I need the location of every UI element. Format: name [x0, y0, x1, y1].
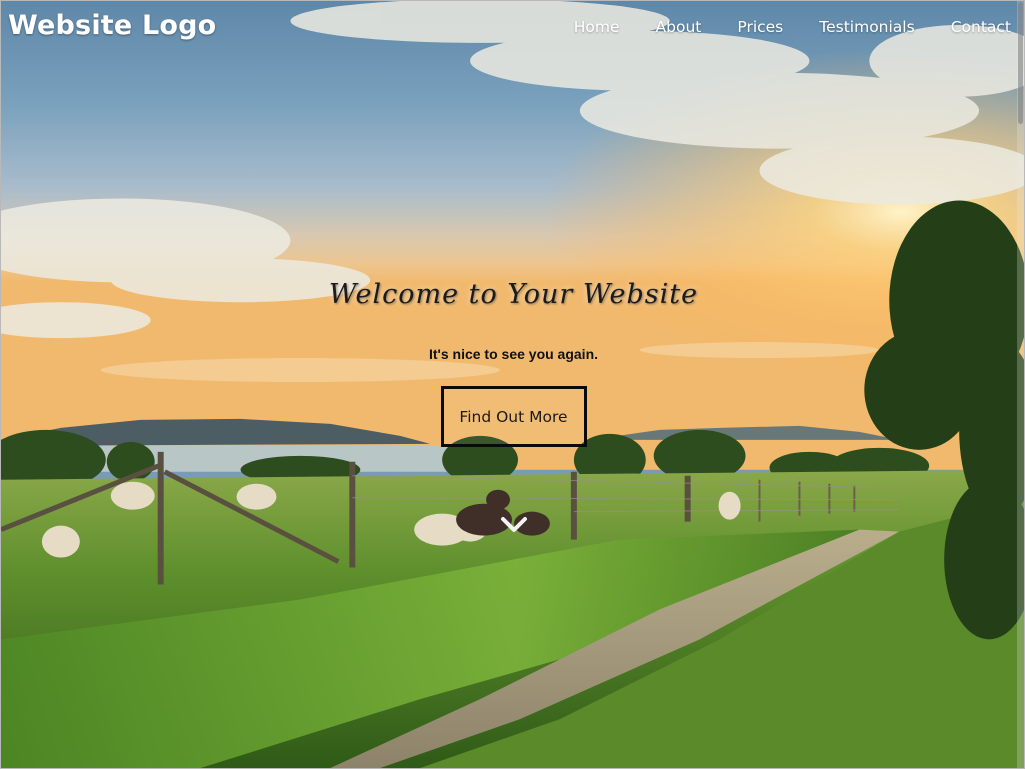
- nav-link-about[interactable]: About: [620, 18, 702, 36]
- scrollbar-thumb[interactable]: [1018, 2, 1023, 124]
- nav-link-prices[interactable]: Prices: [701, 18, 783, 36]
- nav-item-home: Home: [538, 18, 620, 36]
- nav-item-about: About: [620, 18, 702, 36]
- nav-item-contact: Contact: [915, 18, 1011, 36]
- nav-item-testimonials: Testimonials: [783, 18, 914, 36]
- nav-links: Home About Prices Testimonials Contact: [538, 18, 1011, 36]
- find-out-more-button[interactable]: Find Out More: [440, 386, 587, 447]
- hero-content: Welcome to Your Website It's nice to see…: [1, 279, 1024, 447]
- website-logo[interactable]: Website Logo: [8, 10, 216, 41]
- hero-subtitle: It's nice to see you again.: [428, 346, 599, 362]
- navbar: Website Logo Home About Prices Testimoni…: [1, 1, 1019, 57]
- nav-link-home[interactable]: Home: [538, 18, 620, 36]
- chevron-down-icon[interactable]: [500, 515, 528, 535]
- nav-link-contact[interactable]: Contact: [915, 18, 1011, 36]
- nav-item-prices: Prices: [701, 18, 783, 36]
- nav-link-testimonials[interactable]: Testimonials: [783, 18, 914, 36]
- page: Website Logo Home About Prices Testimoni…: [0, 0, 1025, 769]
- hero-title: Welcome to Your Website: [328, 279, 699, 310]
- vertical-scrollbar[interactable]: [1017, 1, 1024, 768]
